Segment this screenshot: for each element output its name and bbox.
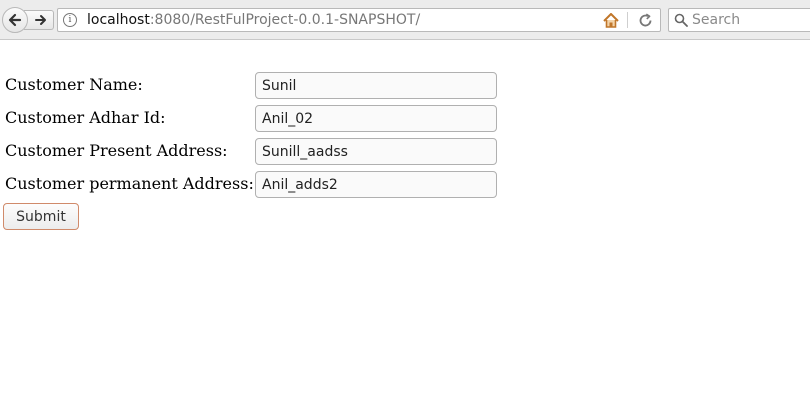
customer-permanent-address-label: Customer permanent Address: [5,174,254,193]
back-arrow-icon [8,13,22,27]
row-customer-permanent-address: Customer permanent Address: [0,171,810,199]
row-customer-present-address: Customer Present Address: [0,138,810,166]
url-path: :8080/RestFulProject-0.0.1-SNAPSHOT/ [149,12,421,28]
url-divider [627,12,628,28]
submit-button[interactable]: Submit [3,203,79,230]
forward-button[interactable] [24,10,54,30]
customer-present-address-label: Customer Present Address: [5,141,228,160]
url-host: localhost [87,12,150,28]
home-icon[interactable] [603,13,619,28]
customer-name-label: Customer Name: [5,75,143,94]
search-placeholder: Search [692,12,741,28]
navigation-buttons [2,7,54,33]
customer-permanent-address-input[interactable] [255,171,497,198]
url-text[interactable]: localhost:8080/RestFulProject-0.0.1-SNAP… [87,12,420,29]
address-bar[interactable]: i localhost:8080/RestFulProject-0.0.1-SN… [57,8,661,32]
back-button[interactable] [2,7,28,33]
info-icon[interactable]: i [63,13,77,27]
forward-arrow-icon [35,15,46,25]
customer-adhar-id-input[interactable] [255,105,497,132]
row-customer-adhar-id: Customer Adhar Id: [0,105,810,133]
search-bar[interactable]: Search [668,8,810,32]
browser-toolbar: i localhost:8080/RestFulProject-0.0.1-SN… [0,0,810,40]
magnifier-icon [674,13,688,27]
customer-present-address-input[interactable] [255,138,497,165]
customer-name-input[interactable] [255,72,497,99]
customer-form: Customer Name: Customer Adhar Id: Custom… [0,40,810,402]
customer-adhar-id-label: Customer Adhar Id: [5,108,166,127]
reload-icon[interactable] [638,13,653,28]
row-customer-name: Customer Name: [0,72,810,100]
